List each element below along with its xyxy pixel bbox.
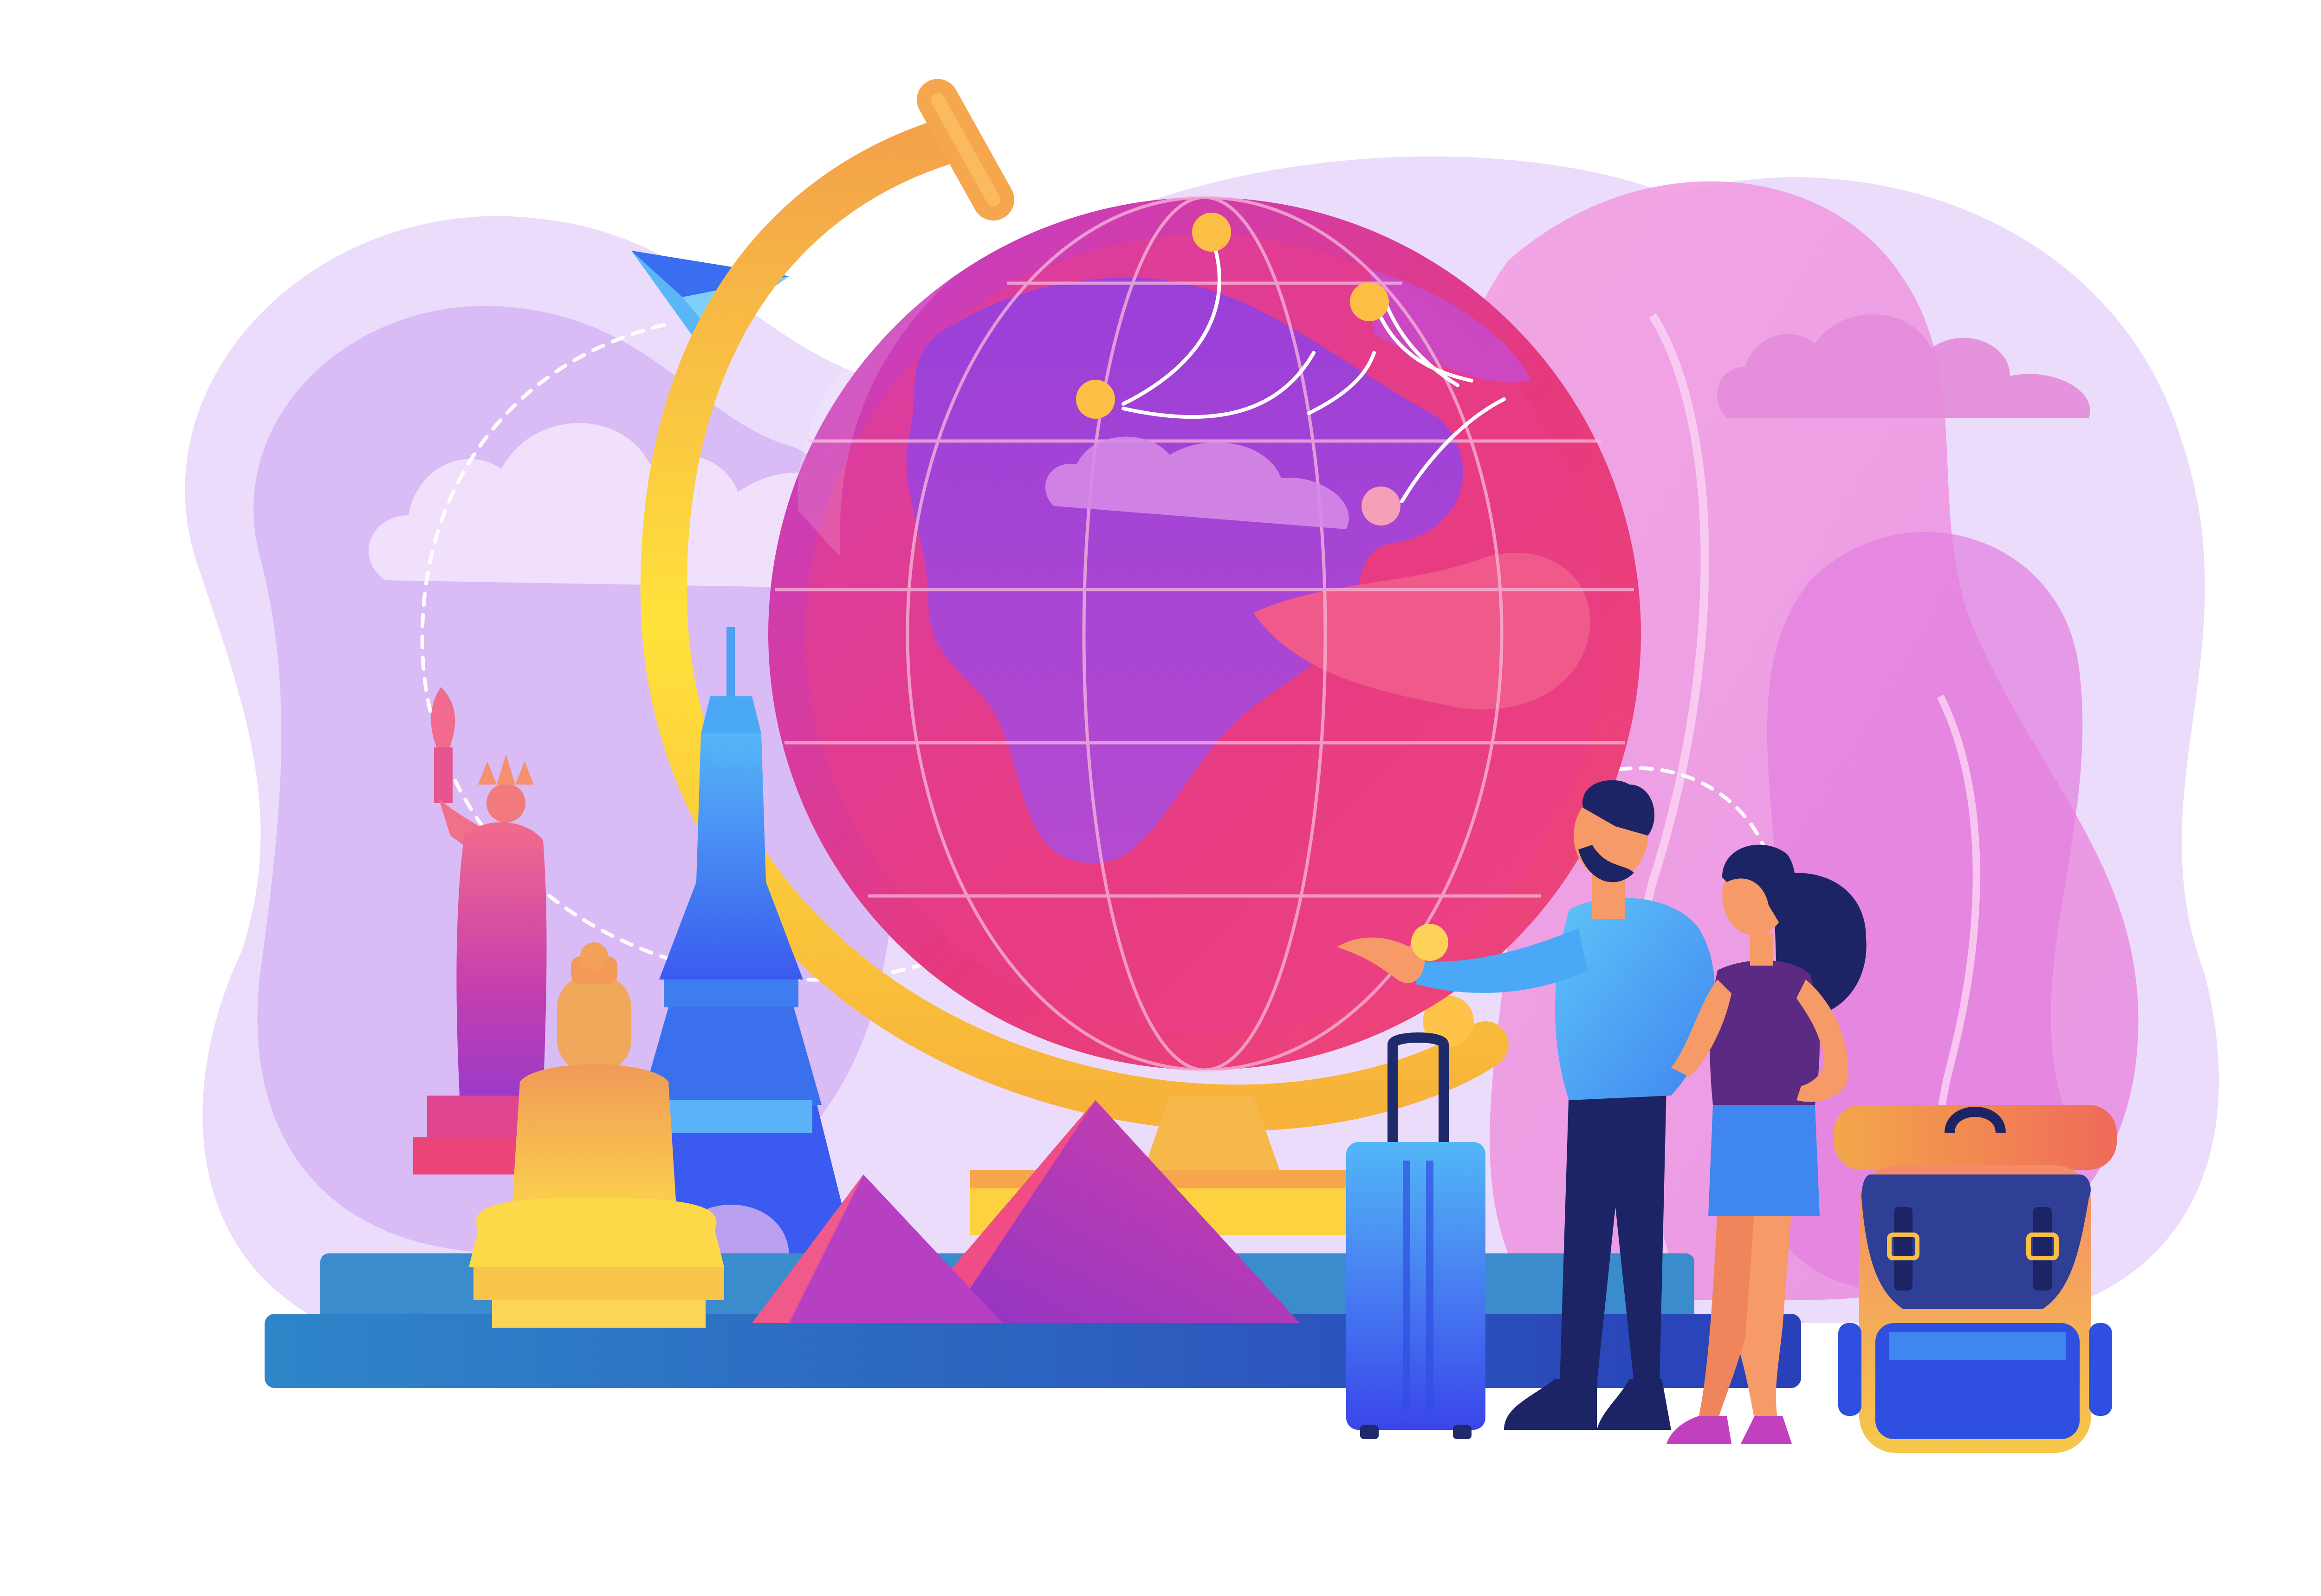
illustration-canvas (185, 79, 2219, 1453)
backpack (1834, 1105, 2117, 1453)
globe (768, 195, 1641, 1072)
travel-illustration (0, 0, 2321, 1596)
